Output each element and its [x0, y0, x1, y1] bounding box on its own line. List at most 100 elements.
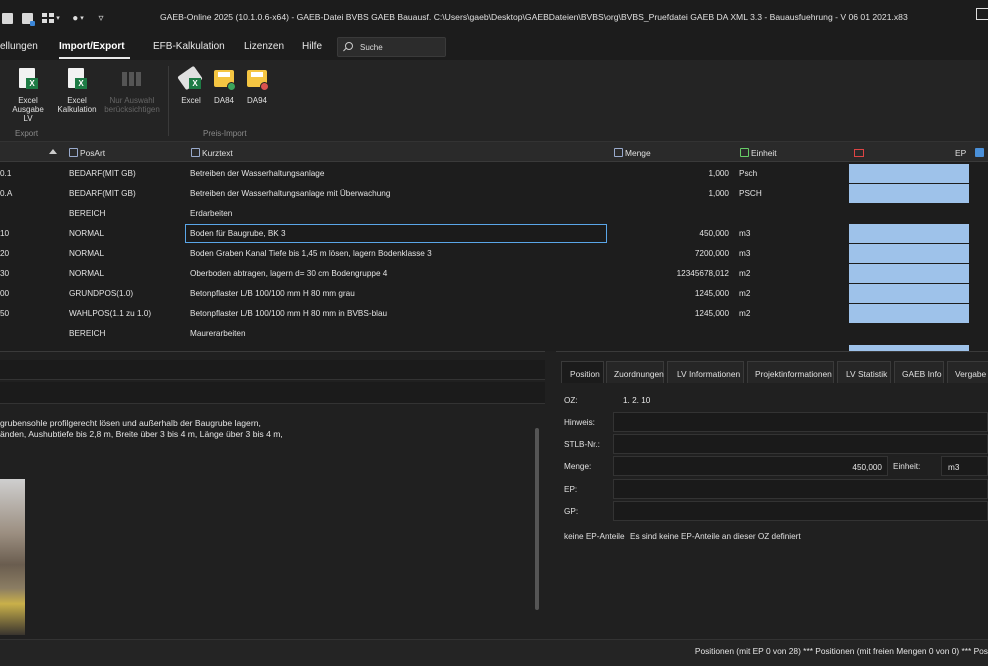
column-chooser-icon[interactable]	[975, 148, 986, 158]
col-posart[interactable]: PosArt	[69, 148, 105, 158]
einheit-field[interactable]: m3	[941, 456, 988, 476]
menu-bar: ellungen Import/Export EFB-Kalkulation L…	[0, 34, 988, 60]
menge-column-icon	[614, 148, 623, 157]
table-row[interactable]: BEREICH Erdarbeiten	[0, 203, 988, 223]
oz-field[interactable]: 1. 2. 10	[613, 390, 988, 410]
active-menu-indicator	[59, 57, 130, 59]
cell-posart: GRUNDPOS(1.0)	[69, 289, 134, 298]
cell-ep[interactable]	[849, 264, 969, 283]
tab-projektinformationen[interactable]: Projektinformationen	[747, 361, 834, 383]
cell-menge: 1,000	[708, 189, 730, 198]
tab-position[interactable]: Position	[561, 361, 604, 383]
preis-import-excel-button[interactable]: X Excel	[177, 65, 204, 105]
menu-hilfe[interactable]: Hilfe	[302, 41, 322, 52]
table-row[interactable]: 30 NORMAL Oberboden abtragen, lagern d= 30…	[0, 263, 988, 283]
table-row[interactable]: 50 WAHLPOS(1.1 zu 1.0) Betonpflaster L/B 1…	[0, 303, 988, 323]
menu-einstellungen[interactable]: ellungen	[0, 41, 38, 52]
stlb-field[interactable]	[613, 434, 988, 454]
mouse-icon[interactable]: ● ▾	[68, 11, 88, 25]
gp-field[interactable]	[613, 501, 988, 521]
cell-ep[interactable]	[849, 224, 969, 243]
menu-efb-kalkulation[interactable]: EFB-Kalkulation	[153, 41, 225, 52]
cell-posart: NORMAL	[69, 249, 105, 258]
tab-gaeb-info[interactable]: GAEB Info	[894, 361, 944, 383]
menge-label: Menge:	[564, 462, 592, 471]
folder-red-icon	[246, 68, 269, 91]
menge-field[interactable]: 450,000	[613, 456, 888, 476]
search-icon	[345, 42, 353, 50]
table-row[interactable]: 0.A BEDARF(MIT GB) Betreiben der Wasserhal…	[0, 183, 988, 203]
save-icon[interactable]	[0, 11, 14, 25]
cell-ep[interactable]	[849, 304, 969, 323]
cell-oz: 0.1	[0, 169, 12, 178]
gp-label: GP:	[564, 507, 579, 516]
customize-dropdown-icon[interactable]: ▿	[94, 11, 108, 25]
table-row[interactable]: 00 GRUNDPOS(1.0) Betonpflaster L/B 100/100…	[0, 283, 988, 303]
ep-label: EP:	[564, 485, 578, 494]
hinweis-field[interactable]	[613, 412, 988, 432]
cell-menge: 1245,000	[694, 309, 729, 318]
langtext-toolbar	[0, 360, 545, 380]
ep-field[interactable]	[613, 479, 988, 499]
cell-oz: 0.A	[0, 189, 13, 198]
save-as-icon[interactable]	[20, 11, 35, 26]
da94-button[interactable]: DA94	[244, 68, 270, 105]
kurztext-column-icon	[191, 148, 200, 157]
col-kurztext[interactable]: Kurztext	[191, 148, 233, 158]
cell-ep[interactable]	[849, 164, 969, 183]
cell-einheit: m3	[739, 249, 751, 258]
col-einheit[interactable]: Einheit	[740, 148, 777, 158]
table-row[interactable]: 0.1 BEDARF(MIT GB) Betreiben der Wasserhal…	[0, 163, 988, 183]
ep-flag-icon	[854, 148, 864, 158]
langtext-content[interactable]: grubensohle profilgerecht lösen und auße…	[0, 418, 283, 440]
cell-einheit: m2	[739, 289, 751, 298]
excel-ausgabe-lv-button[interactable]: X Excel Ausgabe LV	[8, 68, 48, 123]
restore-window-icon[interactable]	[976, 8, 988, 20]
cell-ep[interactable]	[849, 244, 969, 263]
layout-grid-icon[interactable]: ▾	[40, 11, 62, 25]
ep-anteile-label: keine EP-Anteile	[564, 532, 625, 541]
search-label: Suche	[360, 43, 383, 52]
cell-oz: 00	[0, 289, 10, 298]
table-row[interactable]: 10 NORMAL Boden für Baugrube, BK 3 m3 450,00…	[0, 223, 988, 243]
ribbon-separator	[168, 66, 169, 136]
cell-menge: 7200,000	[694, 249, 729, 258]
einheit-label: Einheit:	[893, 462, 921, 471]
table-row[interactable]: 20 NORMAL Boden Graben Kanal Tiefe bis 1,4…	[0, 243, 988, 263]
search-box[interactable]: Suche	[337, 37, 446, 57]
cell-oz: 30	[0, 269, 10, 278]
status-text: Positionen (mit EP 0 von 28) *** Positio…	[694, 646, 988, 656]
cell-posart: BEREICH	[69, 329, 106, 338]
stlb-label: STLB-Nr.:	[564, 440, 600, 449]
col-ep[interactable]: EP	[955, 148, 966, 158]
cell-posart: WAHLPOS(1.1 zu 1.0)	[69, 309, 152, 318]
construction-photo	[0, 479, 25, 635]
cell-ep[interactable]	[849, 284, 969, 303]
cell-ep[interactable]	[849, 184, 969, 203]
cell-posart: BEDARF(MIT GB)	[69, 169, 136, 178]
menu-lizenzen[interactable]: Lizenzen	[244, 41, 284, 52]
sort-ascending-icon[interactable]	[49, 149, 57, 154]
cell-menge: 1245,000	[694, 289, 729, 298]
nur-auswahl-button[interactable]: Nur Auswahl berücksichtigen	[104, 68, 160, 114]
tab-lv-statistik[interactable]: LV Statistik	[837, 361, 891, 383]
tab-zuordnungen[interactable]: Zuordnungen	[606, 361, 664, 383]
cell-einheit: Psch	[739, 169, 758, 178]
table-selection-icon	[121, 68, 143, 90]
menu-import-export[interactable]: Import/Export	[59, 41, 125, 52]
oz-label: OZ:	[564, 396, 578, 405]
tab-lv-informationen[interactable]: LV Informationen	[667, 361, 744, 383]
hinweis-label: Hinweis:	[564, 418, 595, 427]
langtext-format-bar	[0, 382, 545, 404]
group-preis-import-label: Preis-Import	[203, 129, 247, 138]
excel-kalkulation-button[interactable]: X Excel Kalkulation	[56, 68, 98, 114]
da84-button[interactable]: DA84	[211, 68, 237, 105]
cell-kurztext: Betreiben der Wasserhaltungsanlage	[190, 169, 325, 178]
cell-posart: NORMAL	[69, 269, 105, 278]
col-menge[interactable]: Menge	[614, 148, 651, 158]
table-row[interactable]: BEREICH Maurerarbeiten	[0, 323, 988, 343]
langtext-scrollbar[interactable]	[535, 428, 539, 610]
tab-vergabe[interactable]: Vergabe I	[947, 361, 988, 383]
langtext-panel: grubensohle profilgerecht lösen und auße…	[0, 351, 545, 639]
cell-oz: 20	[0, 249, 10, 258]
